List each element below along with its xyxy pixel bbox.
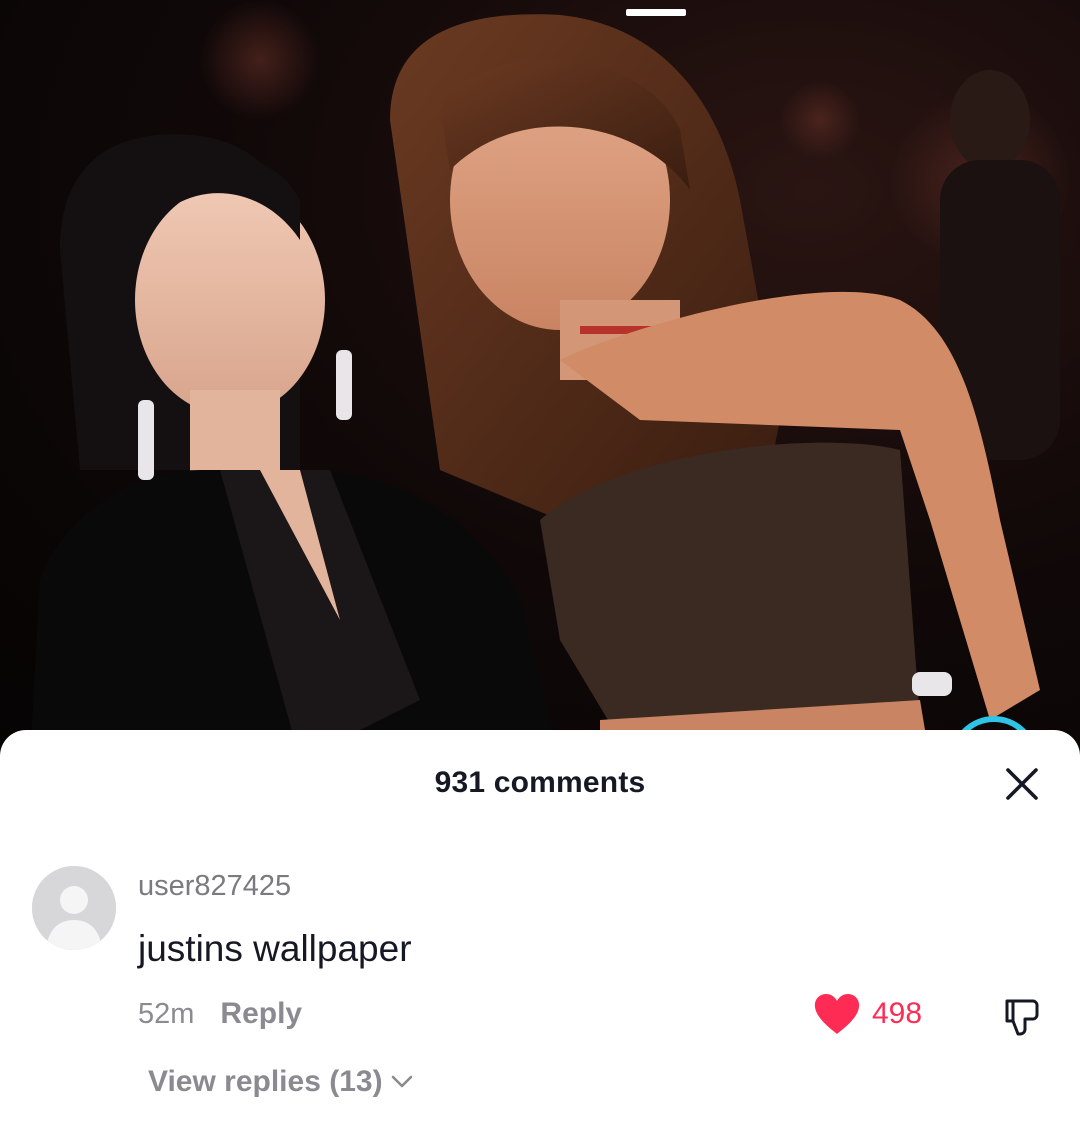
chevron-down-icon	[391, 1075, 413, 1089]
view-replies-button[interactable]: View replies (13)	[148, 1060, 413, 1104]
close-button[interactable]	[996, 758, 1048, 810]
view-replies-label: View replies (13)	[148, 1065, 383, 1098]
comment-meta: 52m Reply	[138, 994, 302, 1034]
comment-timestamp: 52m	[138, 997, 195, 1030]
comments-count-title: 931 comments	[434, 766, 646, 799]
comments-sheet: 931 comments user827425 justins wallpape…	[0, 730, 1080, 1130]
tiktok-comments-screen: 931 comments user827425 justins wallpape…	[0, 0, 1080, 1130]
thumbs-down-icon	[1005, 999, 1039, 1036]
comments-header: 931 comments	[0, 730, 1080, 838]
like-count: 498	[872, 997, 923, 1030]
dislike-button[interactable]	[996, 990, 1048, 1042]
video-background[interactable]	[0, 0, 1080, 760]
drag-indicator[interactable]	[626, 9, 686, 16]
comment-item: user827425 justins wallpaper 52m Reply 4…	[0, 860, 1080, 1130]
like-button[interactable]: 498	[812, 990, 922, 1038]
photo-illustration	[30, 0, 1070, 760]
comment-username[interactable]: user827425	[138, 870, 291, 903]
avatar[interactable]	[32, 866, 116, 950]
default-avatar-icon	[32, 866, 116, 950]
heart-icon	[814, 994, 860, 1034]
reply-button[interactable]: Reply	[220, 997, 302, 1031]
comment-text: justins wallpaper	[138, 928, 412, 969]
close-icon	[1006, 768, 1038, 800]
